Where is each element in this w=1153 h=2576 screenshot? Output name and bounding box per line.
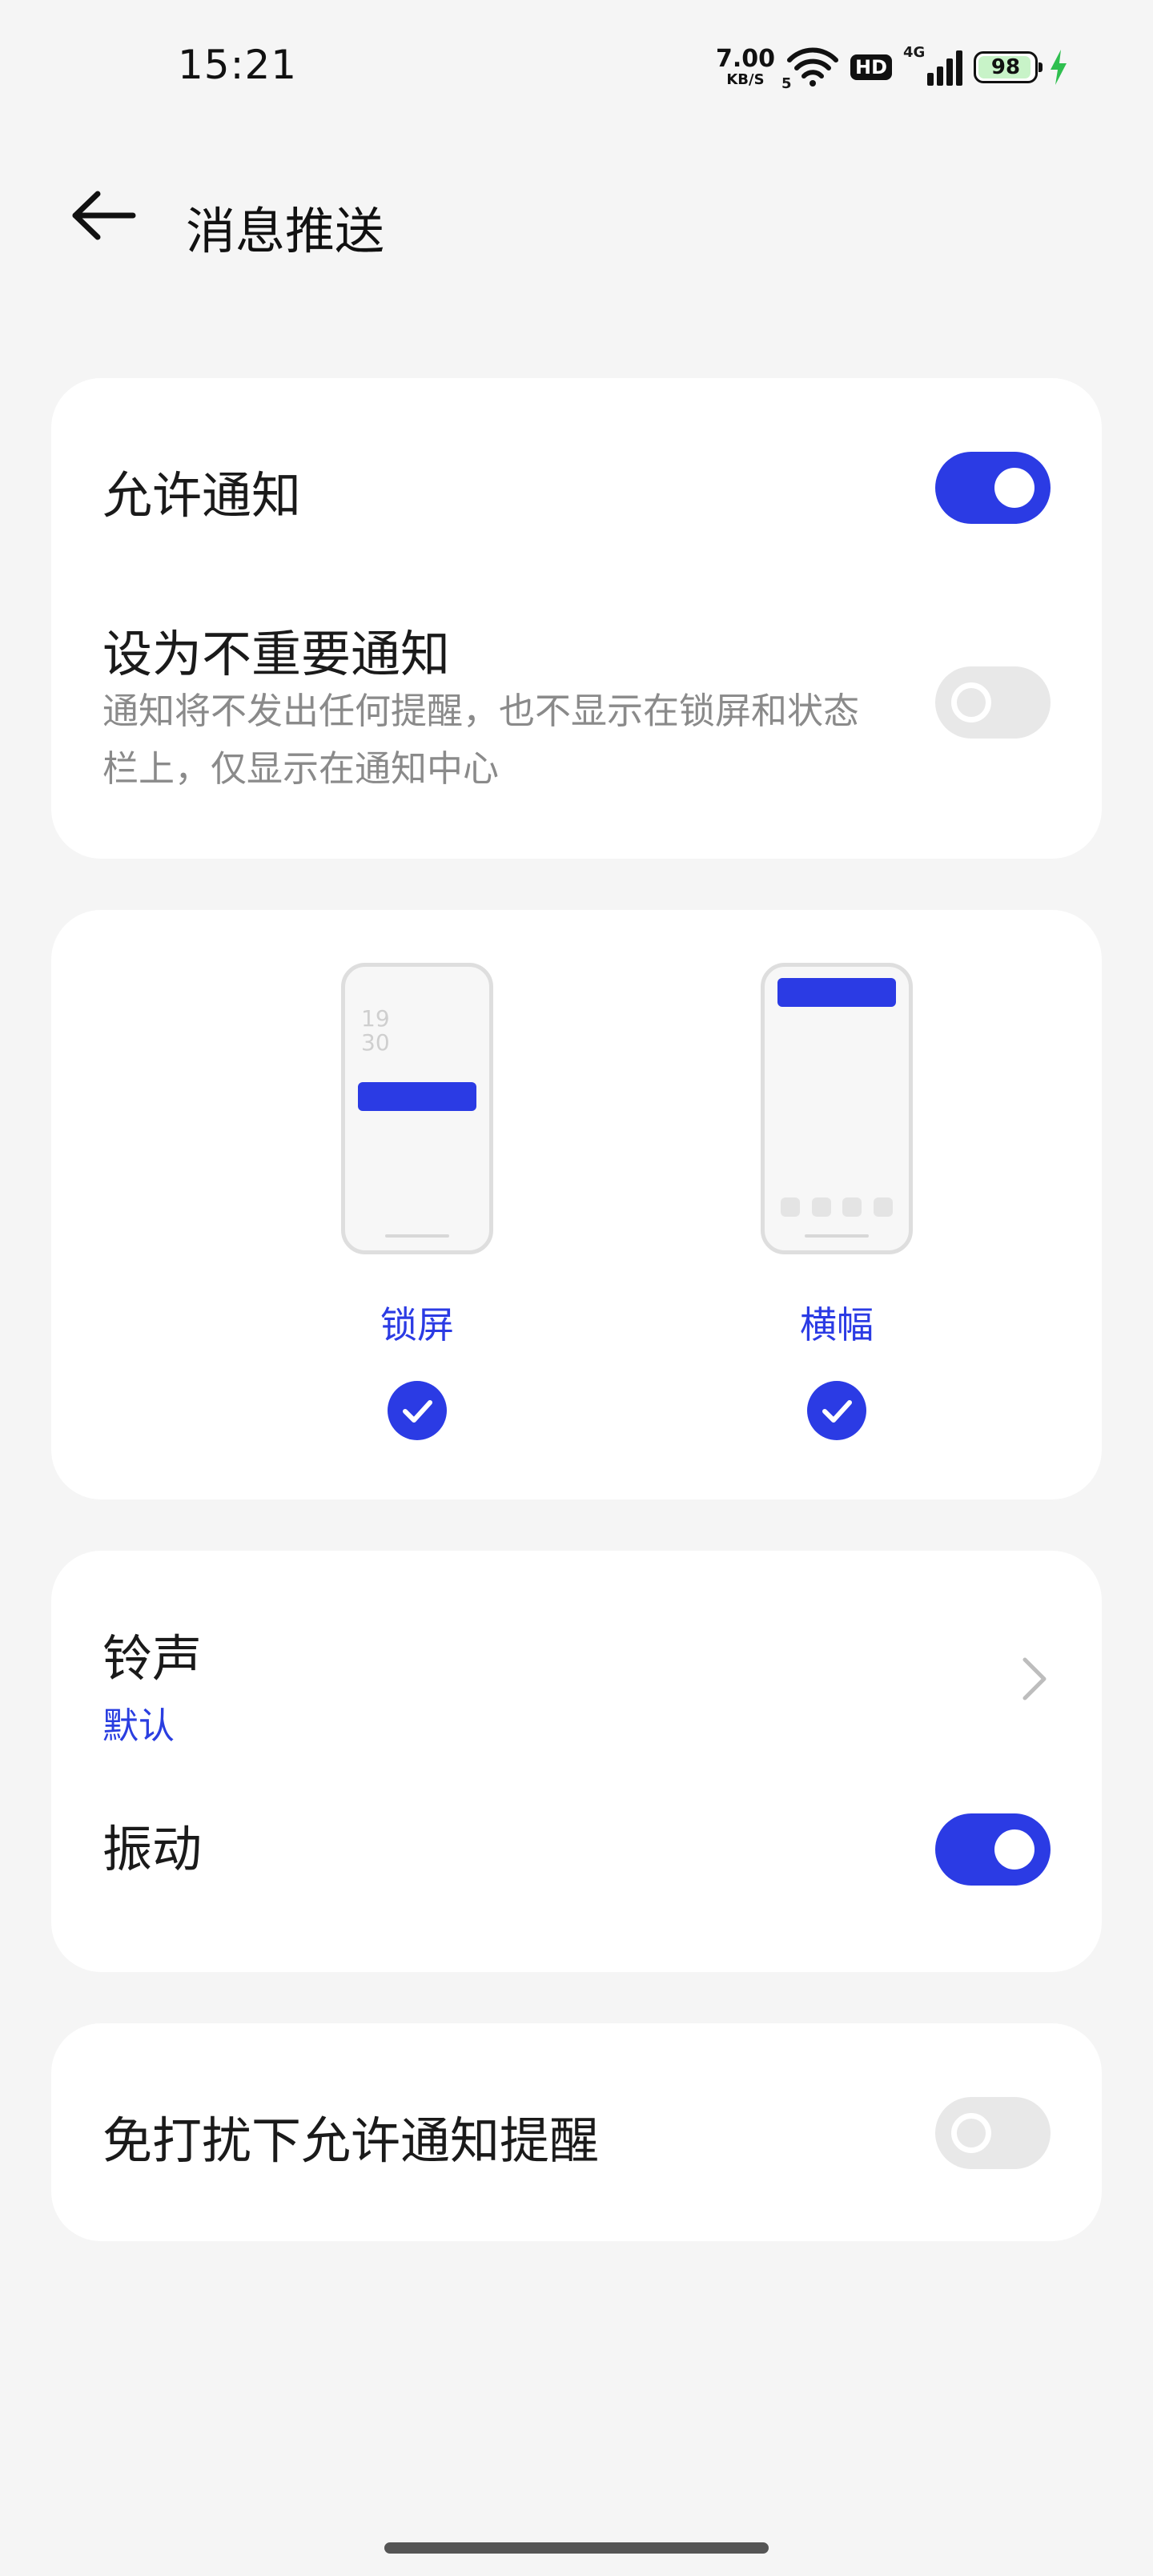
back-arrow-icon	[72, 191, 136, 240]
hd-badge: HD	[850, 54, 892, 80]
ringtone-value: 默认	[102, 1705, 175, 1747]
home-indicator[interactable]	[384, 2542, 769, 2554]
notification-style-card: 19 30 锁屏 横幅	[51, 910, 1102, 1499]
page-title: 消息推送	[186, 202, 385, 260]
ringtone-label: 铃声	[102, 1629, 203, 1688]
allow-notifications-toggle[interactable]	[935, 452, 1051, 524]
status-icons: 7.00 KB/S 5 HD 4G 98	[716, 43, 1068, 92]
back-button[interactable]	[69, 187, 138, 244]
page-header: 消息推送	[0, 160, 1153, 272]
network-speed-value: 7.00	[715, 45, 775, 73]
charging-bolt-icon	[1051, 50, 1067, 85]
battery-level: 98	[990, 55, 1021, 79]
unimportant-notification-description: 通知将不发出任何提醒，也不显示在锁屏和状态栏上，仅显示在通知中心	[102, 690, 860, 790]
banner-style-label: 横幅	[800, 1303, 874, 1346]
dnd-settings-card: 免打扰下允许通知提醒	[51, 2023, 1102, 2241]
ringtone-row[interactable]: 铃声 默认	[51, 1551, 1102, 1759]
dnd-allow-label: 免打扰下允许通知提醒	[102, 2111, 600, 2170]
unimportant-notification-toggle[interactable]	[935, 666, 1051, 739]
status-bar: 15:21 7.00 KB/S 5 HD 4G 98	[0, 0, 1153, 136]
wifi-icon: 5	[781, 47, 839, 92]
checkmark-icon	[403, 1400, 432, 1423]
network-speed-unit: KB/S	[726, 71, 765, 88]
banner-preview	[761, 963, 913, 1254]
unimportant-notification-row[interactable]: 设为不重要通知 通知将不发出任何提醒，也不显示在锁屏和状态栏上，仅显示在通知中心	[51, 538, 1102, 859]
banner-checkbox[interactable]	[807, 1381, 866, 1440]
lockscreen-style-label: 锁屏	[380, 1303, 454, 1346]
vibrate-toggle[interactable]	[935, 1813, 1051, 1886]
allow-notifications-row[interactable]: 允许通知	[51, 378, 1102, 538]
lockscreen-checkbox[interactable]	[388, 1381, 447, 1440]
battery-icon: 98	[974, 51, 1043, 83]
unimportant-notification-label: 设为不重要通知	[102, 625, 451, 683]
dnd-allow-toggle[interactable]	[935, 2097, 1051, 2169]
chevron-right-icon	[1022, 1657, 1047, 1701]
lockscreen-preview-notification	[358, 1082, 476, 1111]
cellular-signal-icon: 4G	[903, 44, 962, 86]
lockscreen-style-option[interactable]: 19 30 锁屏	[261, 934, 573, 1487]
vibrate-row[interactable]: 振动	[51, 1759, 1102, 1972]
lockscreen-preview-clock: 19 30	[361, 1005, 390, 1056]
banner-preview-notification	[777, 978, 896, 1007]
sound-settings-card: 铃声 默认 振动	[51, 1551, 1102, 1972]
lockscreen-preview: 19 30	[341, 963, 493, 1254]
banner-preview-dock	[781, 1197, 893, 1217]
notification-settings-card: 允许通知 设为不重要通知 通知将不发出任何提醒，也不显示在锁屏和状态栏上，仅显示…	[51, 378, 1102, 859]
wifi-band-label: 5	[781, 75, 792, 92]
allow-notifications-label: 允许通知	[102, 466, 302, 525]
dnd-allow-row[interactable]: 免打扰下允许通知提醒	[51, 2023, 1102, 2241]
checkmark-icon	[822, 1400, 852, 1423]
banner-style-option[interactable]: 横幅	[681, 934, 993, 1487]
network-type-label: 4G	[903, 44, 926, 61]
network-speed: 7.00 KB/S	[716, 47, 775, 87]
vibrate-label: 振动	[102, 1820, 203, 1878]
status-time: 15:21	[178, 42, 298, 88]
